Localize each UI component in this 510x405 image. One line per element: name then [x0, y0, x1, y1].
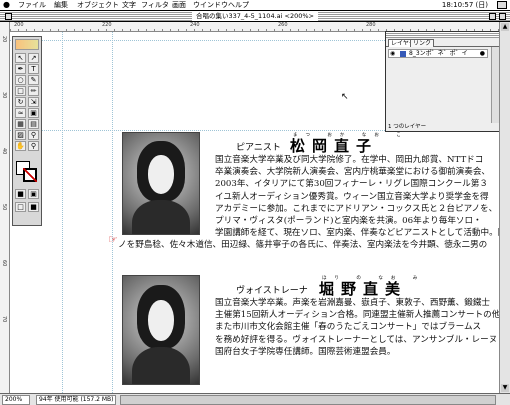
type-tool-icon[interactable]: T: [28, 64, 39, 74]
menu-help[interactable]: ヘルプ: [228, 0, 249, 10]
vertical-scrollbar[interactable]: ▲ ▼: [499, 22, 510, 393]
free-transform-tool-icon[interactable]: ▣: [28, 108, 39, 118]
layer-name: 8_3ンポ゛ネ゛ポ゛イ: [409, 50, 468, 57]
menu-file[interactable]: ファイル: [18, 0, 46, 10]
layer-row[interactable]: ◉ 8_3ンポ゛ネ゛ポ゛イ ●: [388, 49, 488, 58]
bio-line: 主催第15回新人オーディション合格。同連盟主催新人推薦コンサートの他: [215, 310, 499, 321]
none-color-icon: [23, 168, 37, 182]
bio-line: 卒業演奏会、大学院新人演奏会、宮内庁桃華楽堂における御前演奏会、: [215, 167, 491, 178]
ellipse-tool-icon[interactable]: ○: [15, 75, 26, 85]
screen-mode-icon[interactable]: □: [15, 202, 26, 212]
zoom-box-icon[interactable]: [489, 13, 496, 20]
illustrator-logo-icon: [15, 39, 39, 50]
collapse-box-icon[interactable]: [499, 13, 506, 20]
ruler-h-label: 220: [102, 22, 112, 28]
gradient-mode-icon[interactable]: ▣: [28, 189, 39, 199]
application-icon[interactable]: [497, 1, 507, 9]
ruler-v-label: 70: [1, 316, 7, 323]
menu-bar: ● ファイル 編集 オブジェクト 文字 フィルタ 画面 ウインドウ ヘルプ 18…: [0, 0, 510, 11]
menu-clock: 18:10:57 (日): [441, 1, 488, 9]
bio-line: アカデミーに参加。これまでにアドリアン・コックス氏と２台ピアノを、: [215, 203, 498, 214]
ruler-v-label: 60: [1, 260, 7, 267]
voice-trainer-photo[interactable]: [122, 275, 200, 385]
pianist-bio: 国立音楽大学卒業及び同大学院修了。在学中、岡田九郎賞、NTTドコ 卒業演奏会、大…: [215, 154, 499, 239]
guide-line: [112, 32, 113, 393]
bio-line: ノを野島稔、佐々木道信、田辺緑、篠井寧子の各氏に、伴奏法、室内楽法を今井顕、徳永…: [118, 240, 488, 250]
ruler-h-label: 260: [278, 22, 288, 28]
menu-object[interactable]: オブジェクト: [77, 0, 119, 10]
scroll-up-arrow-icon[interactable]: ▲: [501, 23, 509, 31]
menu-window[interactable]: ウインドウ: [193, 0, 228, 10]
status-info-popup[interactable]: 94年 使用可能 (157.2 MB): [36, 395, 116, 405]
tab-links[interactable]: リンク: [410, 39, 435, 47]
mouse-cursor-icon: ↖: [341, 92, 349, 102]
bio-line: 国府台女子学院専任講師。国際芸術連盟会員。: [215, 346, 396, 357]
bio-line: また市川市文化会館主催「春のうたごえコンサート」ではブラームス: [215, 322, 482, 333]
close-box-icon[interactable]: [5, 13, 12, 20]
lock-icon[interactable]: ●: [480, 50, 485, 57]
layers-palette: レイヤー リンク ◉ 8_3ンポ゛ネ゛ポ゛イ ● 1 つのレイヤー: [385, 31, 501, 132]
tool-palette: ↖ ↗ ✒ T ○ ✎ □ ✏ ↻ ⇲ ≈ ▣ ▦ ▤ ▨ ⚲ ✋ ⚲ ■ ▣ …: [12, 36, 42, 226]
menu-view[interactable]: 画面: [172, 0, 186, 10]
pencil-tool-icon[interactable]: ✏: [28, 86, 39, 96]
hand-tool-icon[interactable]: ✋: [15, 141, 26, 151]
voice-trainer-bio: 国立音楽大学卒業。声楽を岩淵嘉曼、嶽貞子、東敦子、西野薫、鍛鐵士 主催第15回新…: [215, 297, 499, 358]
hand-pointer-icon: ☞: [108, 233, 118, 246]
ruler-v-label: 30: [1, 92, 7, 99]
guide-line: [62, 32, 63, 393]
ruler-v-label: 50: [1, 204, 7, 211]
scale-tool-icon[interactable]: ⇲: [28, 97, 39, 107]
rotate-tool-icon[interactable]: ↻: [15, 97, 26, 107]
pianist-name: 松岡直子: [290, 137, 379, 155]
full-screen-mode-icon[interactable]: ■: [28, 202, 39, 212]
horizontal-scrollbar[interactable]: [120, 395, 496, 405]
pen-tool-icon[interactable]: ✒: [15, 64, 26, 74]
pianist-bio-overflow: ノを野島稔、佐々木道信、田辺緑、篠井寧子の各氏に、伴奏法、室内楽法を今井顕、徳永…: [118, 239, 499, 251]
zoom-tool-icon[interactable]: ⚲: [28, 141, 39, 151]
pianist-photo[interactable]: [122, 132, 200, 235]
layer-count: 1 つのレイヤー: [388, 124, 427, 130]
bio-line: 2003年、イタリアにて第30回フィナーレ・リグレ国際コンクール第３: [215, 179, 488, 190]
menu-filter[interactable]: フィルタ: [141, 0, 169, 10]
voice-trainer-role: ヴォイストレーナ: [236, 286, 308, 296]
pianist-role: ピアニスト: [236, 143, 281, 153]
menu-edit[interactable]: 編集: [54, 0, 68, 10]
zoom-level-field[interactable]: 200%: [2, 395, 30, 405]
window-title: 合唱の集い337_4-5_1104.ai <200%>: [192, 11, 318, 21]
direct-selection-tool-icon[interactable]: ↗: [28, 53, 39, 63]
brush-tool-icon[interactable]: ✎: [28, 75, 39, 85]
color-mode-icon[interactable]: ■: [15, 189, 26, 199]
menu-type[interactable]: 文字: [122, 0, 136, 10]
warp-tool-icon[interactable]: ≈: [15, 108, 26, 118]
palette-tabs: レイヤー リンク: [386, 38, 500, 47]
scroll-down-arrow-icon[interactable]: ▼: [501, 384, 509, 392]
bio-line: を務め好評を得る。ヴォイストレーナーとしては、アンサンブル・レーヌ: [215, 334, 498, 345]
gradient-tool-icon[interactable]: ▨: [15, 130, 26, 140]
bio-line: プリマ・ヴィスタ(ポーランド)と室内楽を共演。06年より毎年ソロ・: [215, 215, 482, 226]
ruler-h-label: 280: [366, 22, 376, 28]
bio-line: 国立音楽大学卒業及び同大学院修了。在学中、岡田九郎賞、NTTドコ: [215, 155, 484, 165]
ruler-v-label: 40: [1, 148, 7, 155]
apple-menu-icon[interactable]: ●: [3, 0, 10, 10]
selection-tool-icon[interactable]: ↖: [15, 53, 26, 63]
ruler-h-label: 200: [14, 22, 24, 28]
window-title-bar[interactable]: 合唱の集い337_4-5_1104.ai <200%>: [0, 11, 510, 22]
ruler-h-label: 240: [190, 22, 200, 28]
vertical-ruler: 20 30 40 50 60 70: [0, 22, 10, 393]
rectangle-tool-icon[interactable]: □: [15, 86, 26, 96]
eyedropper-tool-icon[interactable]: ⚲: [28, 130, 39, 140]
graph-tool-icon[interactable]: ▤: [28, 119, 39, 129]
eye-icon[interactable]: ◉: [390, 50, 395, 57]
layer-color-swatch: [400, 51, 406, 57]
bio-line: 学園講師を経て、現在ソロ、室内楽、伴奏などピアニストとして活動中。国: [215, 228, 499, 239]
ruler-v-label: 20: [1, 36, 7, 43]
status-bar: 200% 94年 使用可能 (157.2 MB): [0, 393, 510, 405]
voice-trainer-name: 堀野直美: [319, 280, 408, 298]
bio-line: 国立音楽大学卒業。声楽を岩淵嘉曼、嶽貞子、東敦子、西野薫、鍛鐵士: [215, 298, 491, 308]
bio-line: イユ新人オーディション優秀賞。ウィーン国立音楽大学より奨学金を得: [215, 191, 489, 202]
blend-tool-icon[interactable]: ▦: [15, 119, 26, 129]
